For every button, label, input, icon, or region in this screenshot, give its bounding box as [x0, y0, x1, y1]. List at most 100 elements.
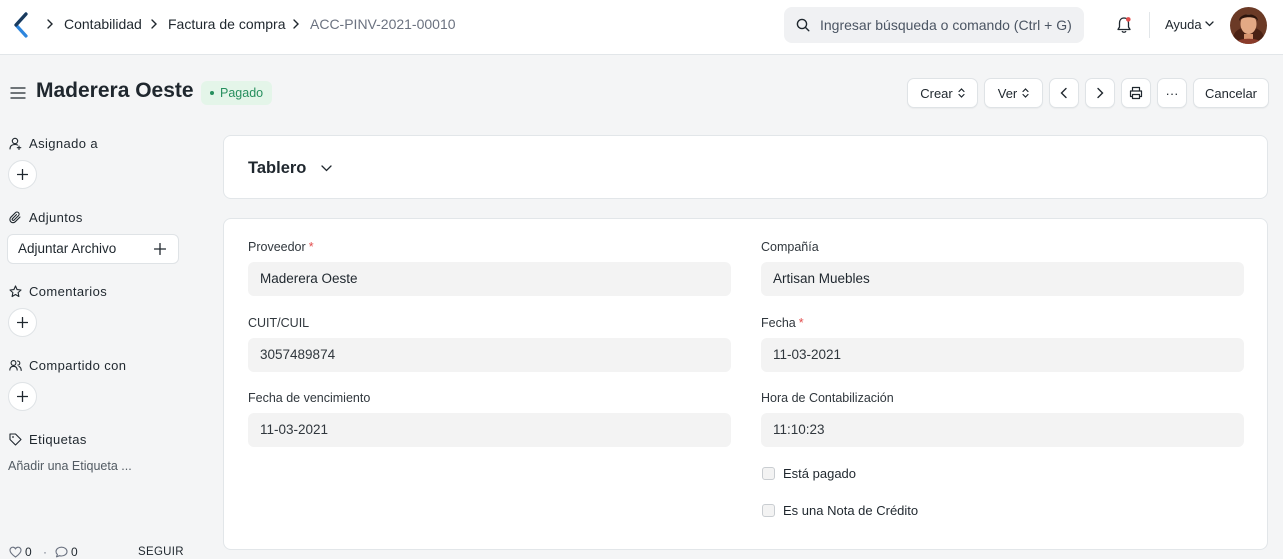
user-icon	[9, 137, 22, 150]
comment-count-value: 0	[71, 545, 78, 559]
likes-count[interactable]: 0	[9, 545, 32, 559]
posting-time-value: 11:10:23	[773, 422, 825, 437]
date-label-text: Fecha	[761, 316, 796, 330]
likes-count-value: 0	[25, 545, 32, 559]
assigned-to-heading: Asignado a	[9, 136, 98, 151]
breadcrumb-chevron-icon	[293, 19, 299, 29]
add-share-button[interactable]	[8, 382, 37, 411]
attach-file-label: Adjuntar Archivo	[18, 241, 117, 256]
date-field[interactable]: 11-03-2021	[761, 338, 1244, 372]
footer-separator: ·	[43, 545, 47, 559]
due-date-label: Fecha de vencimiento	[248, 391, 371, 405]
tag-icon	[9, 433, 22, 446]
cancel-button-label: Cancelar	[1204, 85, 1258, 101]
users-icon	[9, 360, 22, 372]
supplier-value: Maderera Oeste	[260, 271, 358, 286]
breadcrumb-contabilidad[interactable]: Contabilidad	[64, 16, 142, 32]
view-button-label: Ver	[997, 85, 1018, 101]
chevron-down-icon[interactable]	[321, 165, 332, 172]
next-doc-button[interactable]	[1085, 78, 1115, 108]
follow-button[interactable]: SEGUIR	[138, 546, 184, 558]
user-avatar[interactable]	[1230, 7, 1267, 44]
app-logo-icon[interactable]	[12, 12, 30, 38]
avatar-photo-icon	[1230, 7, 1267, 44]
add-tag-link[interactable]: Añadir una Etiqueta ...	[8, 459, 132, 473]
more-actions-button[interactable]: ···	[1157, 78, 1187, 108]
notification-bell-icon[interactable]	[1116, 16, 1132, 34]
company-value: Artisan Muebles	[773, 271, 870, 286]
navbar: Contabilidad Factura de compra ACC-PINV-…	[0, 0, 1283, 55]
create-button[interactable]: Crear	[907, 78, 978, 108]
dashboard-title: Tablero	[248, 159, 307, 177]
comments-label: Comentarios	[29, 284, 108, 299]
chevron-down-icon[interactable]	[1205, 21, 1214, 27]
company-field[interactable]: Artisan Muebles	[761, 262, 1244, 296]
posting-time-label: Hora de Contabilización	[761, 391, 894, 405]
attachments-heading: Adjuntos	[9, 210, 83, 225]
status-badge: Pagado	[201, 81, 273, 105]
shared-with-label: Compartido con	[29, 358, 127, 373]
print-button[interactable]	[1121, 78, 1151, 108]
page-title: Maderera Oeste	[36, 79, 194, 102]
plus-icon	[17, 391, 28, 402]
is-paid-label[interactable]: Está pagado	[783, 466, 856, 481]
shared-with-heading: Compartido con	[9, 358, 126, 373]
supplier-label: Proveedor *	[248, 240, 314, 254]
breadcrumb-current[interactable]: ACC-PINV-2021-00010	[310, 16, 456, 32]
breadcrumb-chevron-icon	[151, 19, 157, 29]
tax-id-value: 3057489874	[260, 347, 336, 362]
supplier-field[interactable]: Maderera Oeste	[248, 262, 731, 296]
add-comment-button[interactable]	[8, 308, 37, 337]
plus-icon	[17, 169, 28, 180]
chevron-left-icon	[1060, 87, 1067, 99]
star-icon	[9, 285, 22, 298]
status-badge-label: Pagado	[220, 86, 264, 100]
form-section: Proveedor * Maderera Oeste CUIT/CUIL 3057…	[223, 218, 1268, 550]
is-return-label[interactable]: Es una Nota de Crédito	[783, 503, 918, 518]
posting-time-field[interactable]: 11:10:23	[761, 413, 1244, 447]
more-actions-label: ···	[1165, 85, 1179, 101]
comments-heading: Comentarios	[9, 284, 107, 299]
required-marker: *	[798, 316, 804, 330]
is-return-checkbox[interactable]	[762, 504, 775, 517]
paperclip-icon	[9, 211, 21, 224]
attachments-label: Adjuntos	[29, 210, 83, 225]
cancel-button[interactable]: Cancelar	[1193, 78, 1269, 108]
help-menu[interactable]: Ayuda	[1165, 17, 1202, 32]
dashboard-section[interactable]: Tablero	[223, 135, 1268, 199]
plus-icon	[154, 243, 166, 255]
supplier-label-text: Proveedor	[248, 240, 306, 254]
tags-heading: Etiquetas	[9, 432, 87, 447]
required-marker: *	[308, 240, 314, 254]
search-placeholder: Ingresar búsqueda o comando (Ctrl + G)	[820, 17, 1072, 33]
company-label: Compañía	[761, 240, 819, 254]
plus-icon	[17, 317, 28, 328]
due-date-field[interactable]: 11-03-2021	[248, 413, 731, 447]
search-input[interactable]: Ingresar búsqueda o comando (Ctrl + G)	[784, 7, 1084, 43]
assigned-to-label: Asignado a	[29, 136, 99, 151]
breadcrumb-factura-de-compra[interactable]: Factura de compra	[168, 16, 286, 32]
date-label: Fecha *	[761, 316, 804, 330]
tax-id-field[interactable]: 3057489874	[248, 338, 731, 372]
tax-id-label: CUIT/CUIL	[248, 316, 310, 330]
attach-file-button[interactable]: Adjuntar Archivo	[7, 234, 179, 264]
view-button[interactable]: Ver	[984, 78, 1043, 108]
sidebar-toggle-icon[interactable]	[10, 86, 26, 100]
status-dot-icon	[210, 90, 214, 95]
previous-doc-button[interactable]	[1049, 78, 1079, 108]
is-paid-checkbox[interactable]	[762, 467, 775, 480]
create-button-label: Crear	[920, 85, 953, 101]
printer-icon	[1129, 86, 1143, 100]
date-value: 11-03-2021	[773, 347, 842, 362]
chevron-right-icon	[1097, 87, 1104, 99]
tags-label: Etiquetas	[29, 432, 87, 447]
comment-count[interactable]: 0	[55, 545, 78, 559]
comment-bubble-icon	[55, 546, 68, 558]
select-updown-icon	[958, 88, 965, 98]
navbar-divider	[1149, 12, 1150, 38]
add-assignee-button[interactable]	[8, 160, 37, 189]
due-date-value: 11-03-2021	[260, 422, 329, 437]
select-updown-icon	[1022, 88, 1029, 98]
heart-icon	[9, 546, 22, 558]
breadcrumb-chevron-icon	[47, 19, 53, 29]
